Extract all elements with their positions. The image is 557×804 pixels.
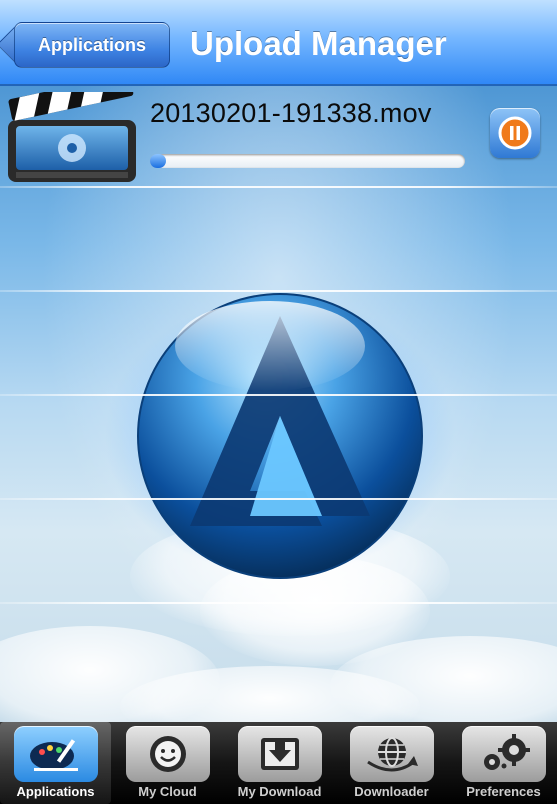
tab-label: Applications [16,784,95,799]
tab-downloader[interactable]: Downloader [336,722,447,804]
tab-preferences[interactable]: Preferences [448,722,557,804]
tab-label: Downloader [354,784,429,799]
upload-progress-fill [150,154,166,168]
page-title: Upload Manager [190,25,447,62]
list-separator [0,186,557,188]
tab-my-download[interactable]: My Download [224,722,335,804]
list-separator [0,394,557,396]
tab-label: Preferences [466,784,541,799]
back-button-label: Applications [37,34,146,55]
pause-icon [498,116,532,150]
pause-upload-button[interactable] [490,108,540,158]
upload-list-item[interactable]: 20130201-191338.mov [0,86,557,186]
upload-progress-bar [150,154,465,168]
list-separator [0,290,557,292]
tab-bar: Applications My Cloud My Download Downlo… [0,722,557,804]
tab-my-cloud[interactable]: My Cloud [112,722,223,804]
tab-label: My Cloud [138,784,197,799]
cloud-smiley-icon [125,726,210,782]
back-button[interactable]: Applications [14,22,170,68]
palette-icon [13,726,98,782]
gears-icon [461,726,546,782]
list-separator [0,498,557,500]
navigation-bar: Applications Upload Manager [0,0,557,86]
globe-download-icon [349,726,434,782]
upload-filename: 20130201-191338.mov [150,98,432,128]
tab-applications[interactable]: Applications [0,722,111,804]
list-separator [0,602,557,604]
app-logo-icon [105,293,455,579]
tab-label: My Download [237,784,322,799]
video-clapperboard-icon [8,92,136,182]
download-tray-icon [237,726,322,782]
